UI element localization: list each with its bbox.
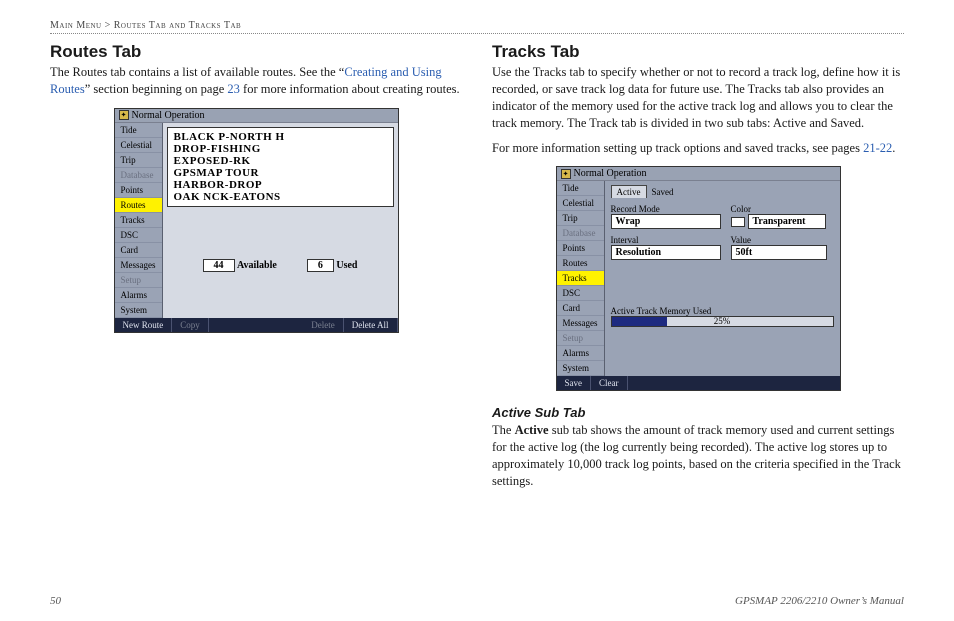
tracks-para2: For more information setting up track op… [492,140,904,157]
fig-tracks-content: ActiveSaved Record Mode Wrap Color T [605,181,840,376]
sidebar-item-tide[interactable]: Tide [115,123,162,138]
sidebar-item-card[interactable]: Card [557,301,604,316]
active-subtab-para: The Active sub tab shows the amount of t… [492,422,904,490]
breadcrumb: Main Menu > Routes Tab and Tracks Tab [50,20,904,34]
sidebar-item-alarms[interactable]: Alarms [557,346,604,361]
subtab-saved[interactable]: Saved [647,186,679,198]
sidebar-item-tide[interactable]: Tide [557,181,604,196]
satellite-icon: ✦ [119,110,129,120]
tracks-para1: Use the Tracks tab to specify whether or… [492,64,904,132]
routes-para: The Routes tab contains a list of availa… [50,64,462,98]
sidebar-item-trip[interactable]: Trip [557,211,604,226]
color-field[interactable]: Transparent [748,214,826,229]
sidebar-item-database[interactable]: Database [115,168,162,183]
clear-button[interactable]: Clear [591,376,628,390]
new-route-button[interactable]: New Route [115,318,173,332]
figure-routes: ✦ Normal Operation TideCelestialTripData… [114,108,399,333]
sidebar-item-system[interactable]: System [557,361,604,376]
route-row[interactable]: DROP-FISHING [174,143,387,155]
sidebar-item-messages[interactable]: Messages [115,258,162,273]
subtab-active[interactable]: Active [611,185,647,198]
link-page-23[interactable]: 23 [227,82,240,96]
save-button[interactable]: Save [557,376,592,390]
sidebar-item-system[interactable]: System [115,303,162,318]
sidebar-item-card[interactable]: Card [115,243,162,258]
sidebar-item-setup[interactable]: Setup [557,331,604,346]
record-mode-field[interactable]: Wrap [611,214,721,229]
sidebar-item-points[interactable]: Points [557,241,604,256]
link-pages-21-22[interactable]: 21-22 [863,141,892,155]
page-footer: 50 GPSMAP 2206/2210 Owner’s Manual [50,595,904,607]
sidebar-item-routes[interactable]: Routes [557,256,604,271]
delete-all-button[interactable]: Delete All [344,318,398,332]
routes-heading: Routes Tab [50,42,462,62]
sidebar-item-celestial[interactable]: Celestial [115,138,162,153]
sidebar-item-points[interactable]: Points [115,183,162,198]
sidebar-item-messages[interactable]: Messages [557,316,604,331]
memory-bar: 25% [611,316,834,327]
sidebar-item-dsc[interactable]: DSC [115,228,162,243]
used-count: 6 [307,259,334,272]
interval-field[interactable]: Resolution [611,245,721,260]
active-subtab-heading: Active Sub Tab [492,405,904,420]
sidebar-item-database[interactable]: Database [557,226,604,241]
fig-tracks-bottombar: Save Clear [557,376,840,390]
page-number: 50 [50,595,61,607]
sidebar-item-routes[interactable]: Routes [115,198,162,213]
breadcrumb-main: Main Menu [50,20,102,31]
sidebar-item-alarms[interactable]: Alarms [115,288,162,303]
sidebar-item-trip[interactable]: Trip [115,153,162,168]
copy-button[interactable]: Copy [172,318,209,332]
breadcrumb-sub: Routes Tab and Tracks Tab [114,20,241,31]
left-column: Routes Tab The Routes tab contains a lis… [50,42,462,498]
fig-routes-sidebar: TideCelestialTripDatabasePointsRoutesTra… [115,123,163,318]
sidebar-item-celestial[interactable]: Celestial [557,196,604,211]
color-swatch[interactable] [731,217,745,227]
route-row[interactable]: HARBOR-DROP [174,179,387,191]
right-column: Tracks Tab Use the Tracks tab to specify… [492,42,904,498]
route-row[interactable]: OAK NCK-EATONS [174,191,387,203]
available-count: 44 [203,259,235,272]
figure-tracks: ✦ Normal Operation TideCelestialTripData… [556,166,841,391]
sidebar-item-tracks[interactable]: Tracks [115,213,162,228]
delete-button[interactable]: Delete [303,318,343,332]
satellite-icon: ✦ [561,169,571,179]
manual-title: GPSMAP 2206/2210 Owner’s Manual [735,595,904,607]
fig-tracks-sidebar: TideCelestialTripDatabasePointsRoutesTra… [557,181,605,376]
sidebar-item-setup[interactable]: Setup [115,273,162,288]
memory-pct: 25% [612,316,833,326]
fig-routes-content: BLACK P-NORTH HDROP-FISHINGEXPOSED-RKGPS… [163,123,398,318]
route-row[interactable]: EXPOSED-RK [174,155,387,167]
sidebar-item-tracks[interactable]: Tracks [557,271,604,286]
fig-routes-bottombar: New Route Copy Delete Delete All [115,318,398,332]
fig-titlebar: ✦ Normal Operation [115,109,398,123]
sidebar-item-dsc[interactable]: DSC [557,286,604,301]
value-field[interactable]: 50ft [731,245,827,260]
route-row[interactable]: GPSMAP TOUR [174,167,387,179]
route-row[interactable]: BLACK P-NORTH H [174,131,387,143]
fig-titlebar: ✦ Normal Operation [557,167,840,181]
tracks-heading: Tracks Tab [492,42,904,62]
route-list: BLACK P-NORTH HDROP-FISHINGEXPOSED-RKGPS… [167,127,394,207]
